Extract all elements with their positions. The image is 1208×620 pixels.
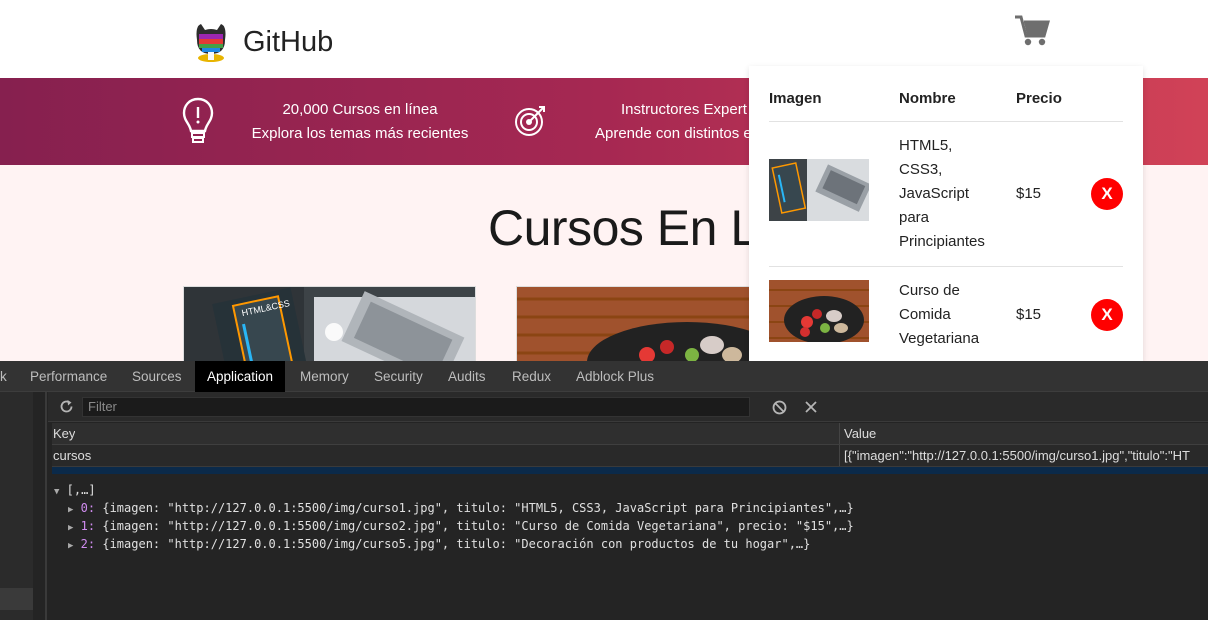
preview-entry-index: 1 — [80, 519, 88, 533]
local-storage-grid: Key Value cursos [{"imagen":"http://127.… — [52, 423, 1208, 474]
lightbulb-icon — [182, 97, 214, 143]
cart-item-name-line: Curso de — [899, 282, 960, 299]
cart-item-name-line: para — [899, 209, 930, 226]
banner-instructors-line1: Instructores Expert — [621, 101, 747, 118]
delete-selected-icon[interactable] — [805, 401, 817, 413]
preview-root-label: [,…] — [66, 483, 96, 497]
cart-item-name-line: Principiantes — [899, 233, 985, 250]
banner-courses-line2: Explora los temas más recientes — [251, 125, 469, 142]
cart-item-name-line: Vegetariana — [899, 330, 980, 347]
filter-input[interactable]: Filter — [82, 397, 750, 417]
tab-audits[interactable]: Audits — [436, 361, 498, 392]
course-card-image-food[interactable] — [516, 286, 756, 366]
tab-performance[interactable]: Performance — [18, 361, 119, 392]
remove-item-button[interactable]: X — [1091, 178, 1123, 210]
preview-entry-text: {imagen: "http://127.0.0.1:5500/img/curs… — [102, 519, 854, 533]
storage-toolbar: Filter — [48, 392, 1208, 422]
tab-memory[interactable]: Memory — [288, 361, 361, 392]
cart-header-name: Nombre — [899, 90, 956, 107]
grid-cell-value[interactable]: [{"imagen":"http://127.0.0.1:5500/img/cu… — [844, 445, 1208, 467]
grid-header: Key Value — [52, 423, 1208, 445]
clear-all-icon[interactable] — [772, 400, 787, 415]
preview-entry-text: {imagen: "http://127.0.0.1:5500/img/curs… — [102, 501, 854, 515]
cart-item-thumbnail — [769, 280, 869, 342]
application-sidebar[interactable] — [0, 392, 33, 620]
grid-selected-row[interactable] — [52, 467, 1208, 474]
expand-right-icon[interactable]: ▶ — [68, 523, 73, 533]
expand-right-icon[interactable]: ▶ — [68, 505, 73, 515]
grid-header-key[interactable]: Key — [53, 423, 75, 445]
preview-entry[interactable]: ▶ 0: {imagen: "http://127.0.0.1:5500/img… — [52, 499, 1208, 517]
grid-column-separator — [839, 423, 840, 444]
cart-item-name-line: JavaScript — [899, 185, 970, 202]
cart-dropdown: Imagen Nombre Precio HTML5, CSS3, JavaSc… — [749, 66, 1143, 362]
preview-entry[interactable]: ▶ 1: {imagen: "http://127.0.0.1:5500/img… — [52, 517, 1208, 535]
preview-root[interactable]: ▼ [,…] — [52, 481, 1208, 499]
grid-cell-key[interactable]: cursos — [53, 445, 91, 467]
preview-entry-text: {imagen: "http://127.0.0.1:5500/img/curs… — [102, 537, 811, 551]
devtools-tab-bar: k Performance Sources Application Memory… — [0, 361, 1208, 392]
sidebar-selected-item[interactable] — [0, 588, 33, 610]
tab-security[interactable]: Security — [362, 361, 435, 392]
cart-table: Imagen Nombre Precio HTML5, CSS3, JavaSc… — [769, 66, 1123, 362]
cart-item-price: $15 — [1016, 306, 1042, 323]
target-icon — [515, 106, 545, 136]
banner-courses-line1: 20,000 Cursos en línea — [282, 101, 438, 118]
grid-column-separator — [839, 445, 840, 466]
tab-adblock-plus[interactable]: Adblock Plus — [564, 361, 666, 392]
cart-header-image: Imagen — [769, 90, 822, 107]
cart-item-thumbnail — [769, 159, 869, 221]
table-row[interactable]: cursos [{"imagen":"http://127.0.0.1:5500… — [52, 445, 1208, 467]
course-card-image-html[interactable]: HTML&CSS — [183, 286, 476, 366]
tab-application[interactable]: Application — [195, 361, 286, 392]
brand-name[interactable]: GitHub — [243, 26, 333, 59]
tab-redux[interactable]: Redux — [500, 361, 563, 392]
cart-table-header: Imagen Nombre Precio — [769, 66, 1123, 122]
expand-down-icon[interactable]: ▼ — [54, 487, 59, 497]
panel-divider[interactable] — [45, 392, 47, 620]
cart-header-price: Precio — [1016, 90, 1062, 107]
cart-row: HTML5, CSS3, JavaScript para Principiant… — [769, 122, 1123, 267]
cart-item-name: HTML5, CSS3, JavaScript para Principiant… — [899, 134, 999, 254]
preview-entry-index: 2 — [80, 537, 88, 551]
expand-right-icon[interactable]: ▶ — [68, 541, 73, 551]
cart-row: Curso de Comida Vegetariana $15 X — [769, 267, 1123, 362]
grid-header-value[interactable]: Value — [844, 423, 876, 445]
refresh-icon[interactable] — [59, 399, 74, 414]
cart-item-name-line: Comida — [899, 306, 951, 323]
shopping-cart-icon[interactable] — [1014, 14, 1050, 48]
octocat-logo[interactable] — [190, 20, 232, 64]
cart-item-name-line: CSS3, — [899, 161, 943, 178]
preview-entry[interactable]: ▶ 2: {imagen: "http://127.0.0.1:5500/img… — [52, 535, 1208, 553]
cart-item-name-line: HTML5, — [899, 137, 953, 154]
tab-sources[interactable]: Sources — [120, 361, 194, 392]
remove-item-button[interactable]: X — [1091, 299, 1123, 331]
tab-network[interactable]: k — [0, 361, 19, 392]
devtools-panel: k Performance Sources Application Memory… — [0, 361, 1208, 620]
value-preview: ▼ [,…] ▶ 0: {imagen: "http://127.0.0.1:5… — [52, 481, 1208, 553]
cart-item-name: Curso de Comida Vegetariana — [899, 279, 999, 351]
cart-item-price: $15 — [1016, 185, 1042, 202]
preview-entry-index: 0 — [80, 501, 88, 515]
banner-instructors-line2: Aprende con distintos e — [595, 125, 752, 142]
page-title: Cursos En L — [488, 200, 758, 256]
